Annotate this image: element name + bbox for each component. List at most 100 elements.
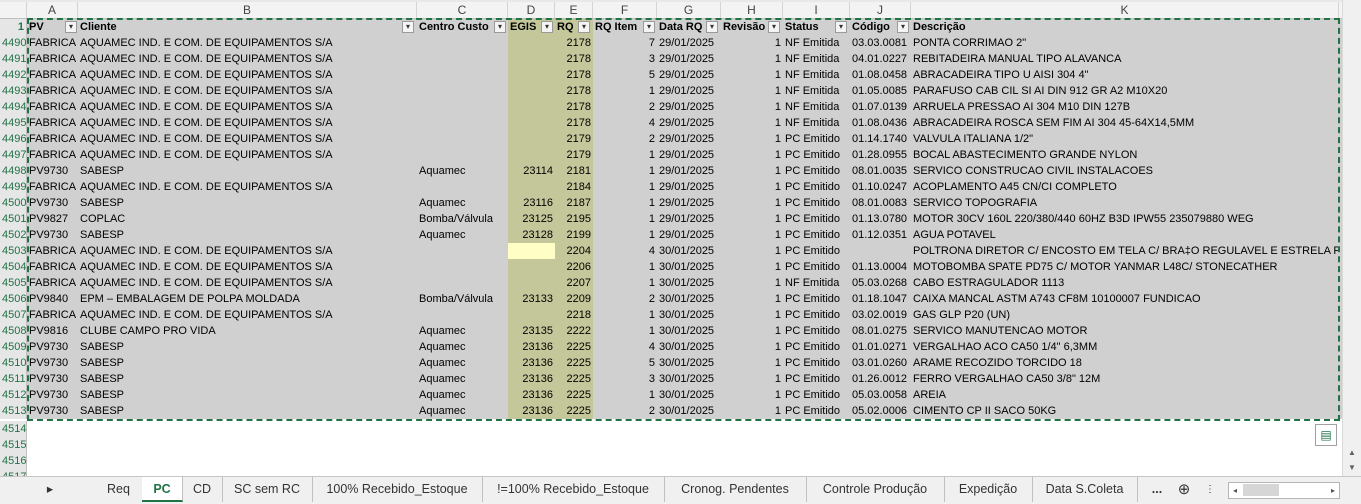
- cell-codigo[interactable]: 05.03.0058: [850, 387, 911, 403]
- cell-desc[interactable]: AREIA: [911, 387, 1339, 403]
- cell-egis[interactable]: [508, 35, 555, 51]
- add-sheet-icon[interactable]: ⊕: [1173, 477, 1195, 502]
- row-number[interactable]: 4507: [0, 307, 27, 323]
- cell-egis[interactable]: 23135: [508, 323, 555, 339]
- cell-desc[interactable]: AGUA POTAVEL: [911, 227, 1339, 243]
- cell-rq[interactable]: 2206: [555, 259, 593, 275]
- cell-data[interactable]: 29/01/2025: [657, 131, 721, 147]
- row-number[interactable]: 4508: [0, 323, 27, 339]
- cell-egis[interactable]: 23125: [508, 211, 555, 227]
- cell-centro[interactable]: Aquamec: [417, 339, 508, 355]
- row-number[interactable]: 4511: [0, 371, 27, 387]
- cell-item[interactable]: 1: [593, 323, 657, 339]
- cell-egis[interactable]: [508, 259, 555, 275]
- cell-cliente[interactable]: EPM – EMBALAGEM DE POLPA MOLDADA: [78, 291, 417, 307]
- cell-pv[interactable]: PV9730: [27, 227, 78, 243]
- filter-dropdown-icon[interactable]: ▾: [578, 21, 590, 33]
- cell-egis[interactable]: [508, 243, 555, 259]
- cell-codigo[interactable]: 01.07.0139: [850, 99, 911, 115]
- cell-item[interactable]: 1: [593, 275, 657, 291]
- cell-rev[interactable]: 1: [721, 211, 783, 227]
- cell-cliente[interactable]: AQUAMEC IND. E COM. DE EQUIPAMENTOS S/A: [78, 99, 417, 115]
- cell-egis[interactable]: [508, 51, 555, 67]
- filter-dropdown-icon[interactable]: ▾: [643, 21, 655, 33]
- cell-rq[interactable]: 2225: [555, 403, 593, 419]
- column-header-c[interactable]: C: [417, 2, 508, 18]
- cell-cliente[interactable]: SABESP: [78, 227, 417, 243]
- scroll-right-icon[interactable]: ▸: [1327, 483, 1339, 498]
- cell-centro[interactable]: [417, 275, 508, 291]
- cell-data[interactable]: 30/01/2025: [657, 291, 721, 307]
- cell-desc[interactable]: VALVULA ITALIANA 1/2": [911, 131, 1339, 147]
- sheet-tab[interactable]: PC: [142, 477, 183, 502]
- cell-egis[interactable]: 23136: [508, 355, 555, 371]
- cell-cliente[interactable]: AQUAMEC IND. E COM. DE EQUIPAMENTOS S/A: [78, 51, 417, 67]
- cell-rq[interactable]: 2204: [555, 243, 593, 259]
- cell-egis[interactable]: [508, 83, 555, 99]
- cell-egis[interactable]: 23136: [508, 387, 555, 403]
- cell-cliente[interactable]: AQUAMEC IND. E COM. DE EQUIPAMENTOS S/A: [78, 179, 417, 195]
- cell-desc[interactable]: PARAFUSO CAB CIL SI AI DIN 912 GR A2 M10…: [911, 83, 1339, 99]
- cell-desc[interactable]: ARRUELA PRESSAO AI 304 M10 DIN 127B: [911, 99, 1339, 115]
- cell-rev[interactable]: 1: [721, 259, 783, 275]
- cell-centro[interactable]: Bomba/Válvula: [417, 291, 508, 307]
- cell-egis[interactable]: 23136: [508, 403, 555, 419]
- row-number[interactable]: 4505: [0, 275, 27, 291]
- filter-dropdown-icon[interactable]: ▾: [65, 21, 77, 33]
- cell-cliente[interactable]: AQUAMEC IND. E COM. DE EQUIPAMENTOS S/A: [78, 131, 417, 147]
- cell-codigo[interactable]: 01.13.0780: [850, 211, 911, 227]
- cell-data[interactable]: 29/01/2025: [657, 51, 721, 67]
- cell-egis[interactable]: [508, 131, 555, 147]
- cell-cliente[interactable]: AQUAMEC IND. E COM. DE EQUIPAMENTOS S/A: [78, 115, 417, 131]
- cell-data[interactable]: 29/01/2025: [657, 35, 721, 51]
- cell-cliente[interactable]: SABESP: [78, 163, 417, 179]
- cell-rq[interactable]: 2178: [555, 99, 593, 115]
- cell-item[interactable]: 7: [593, 35, 657, 51]
- cell-desc[interactable]: POLTRONA DIRETOR C/ ENCOSTO EM TELA C/ B…: [911, 243, 1339, 259]
- cell-codigo[interactable]: [850, 243, 911, 259]
- cell-data[interactable]: 29/01/2025: [657, 115, 721, 131]
- cell-data[interactable]: 29/01/2025: [657, 179, 721, 195]
- cell-centro[interactable]: Aquamec: [417, 195, 508, 211]
- cell-pv[interactable]: FABRICA: [27, 67, 78, 83]
- cell-pv[interactable]: FABRICA: [27, 179, 78, 195]
- cell-egis[interactable]: [508, 115, 555, 131]
- cell-data[interactable]: 29/01/2025: [657, 147, 721, 163]
- cell-rev[interactable]: 1: [721, 83, 783, 99]
- cell-centro[interactable]: [417, 147, 508, 163]
- horizontal-scroll-thumb[interactable]: [1243, 484, 1279, 496]
- cell-pv[interactable]: FABRICA: [27, 307, 78, 323]
- cell-cliente[interactable]: SABESP: [78, 387, 417, 403]
- cell-centro[interactable]: Aquamec: [417, 227, 508, 243]
- cell-rq[interactable]: 2207: [555, 275, 593, 291]
- cell-pv[interactable]: PV9730: [27, 371, 78, 387]
- cell-codigo[interactable]: 01.28.0955: [850, 147, 911, 163]
- cell-status[interactable]: PC Emitido: [783, 163, 850, 179]
- cell-item[interactable]: 5: [593, 355, 657, 371]
- cell-status[interactable]: NF Emitida: [783, 83, 850, 99]
- cell-status[interactable]: NF Emitida: [783, 35, 850, 51]
- cell-codigo[interactable]: 05.02.0006: [850, 403, 911, 419]
- cell-egis[interactable]: 23114: [508, 163, 555, 179]
- header-cliente[interactable]: Cliente: [78, 19, 417, 35]
- row-number[interactable]: 4498: [0, 163, 27, 179]
- cell-item[interactable]: 1: [593, 211, 657, 227]
- cell-rq[interactable]: 2179: [555, 131, 593, 147]
- cell-data[interactable]: 30/01/2025: [657, 403, 721, 419]
- cell-centro[interactable]: [417, 83, 508, 99]
- cell-centro[interactable]: Bomba/Válvula: [417, 211, 508, 227]
- row-number[interactable]: 4506: [0, 291, 27, 307]
- cell-cliente[interactable]: SABESP: [78, 403, 417, 419]
- cell-rev[interactable]: 1: [721, 323, 783, 339]
- cell-centro[interactable]: Aquamec: [417, 355, 508, 371]
- cell-rq[interactable]: 2187: [555, 195, 593, 211]
- cell-rq[interactable]: 2222: [555, 323, 593, 339]
- column-header-j[interactable]: J: [850, 2, 911, 18]
- more-tabs-button[interactable]: ...: [1145, 477, 1169, 502]
- sheet-tab[interactable]: Expedição: [944, 477, 1033, 502]
- cell-status[interactable]: NF Emitida: [783, 67, 850, 83]
- cell-centro[interactable]: [417, 99, 508, 115]
- cell-rev[interactable]: 1: [721, 67, 783, 83]
- cell-centro[interactable]: [417, 243, 508, 259]
- cell-rq[interactable]: 2178: [555, 51, 593, 67]
